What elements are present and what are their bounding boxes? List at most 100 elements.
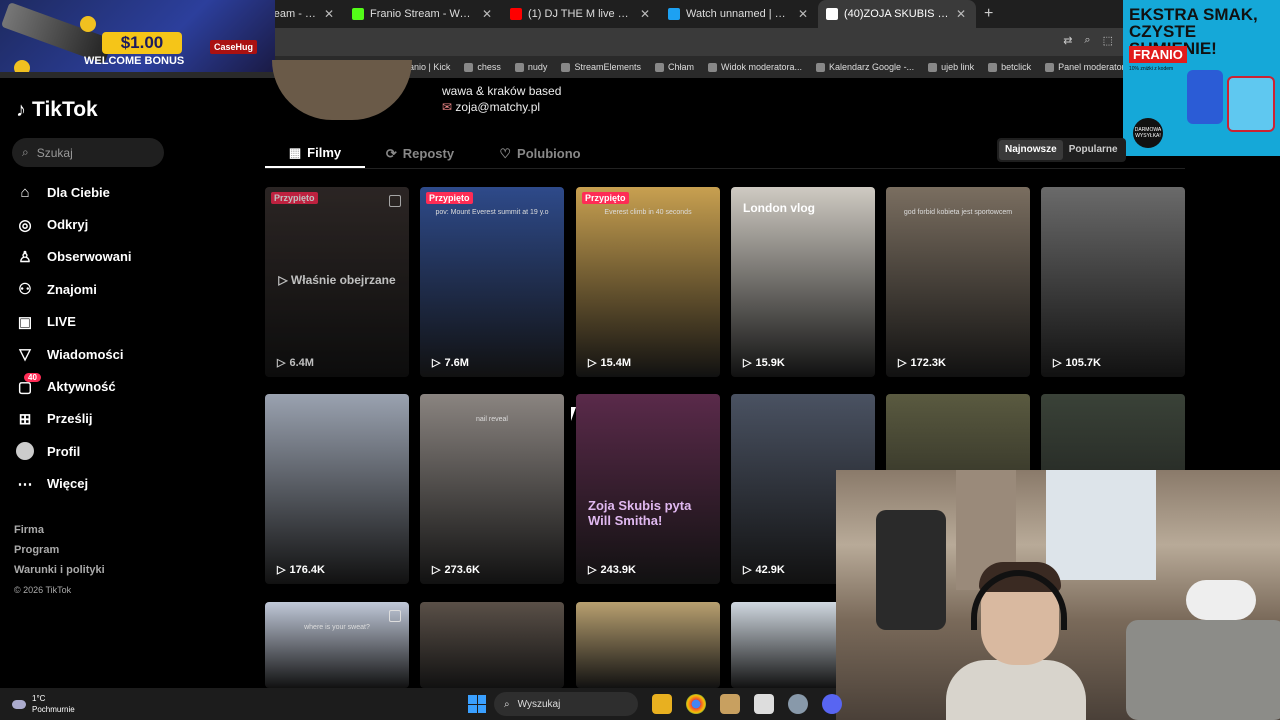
compass-icon: ◎ — [18, 216, 32, 234]
bookmark-item[interactable]: betclick — [988, 62, 1031, 72]
sort-popular-button[interactable]: Popularne — [1063, 140, 1124, 160]
browser-tab[interactable]: (40)ZOJA SKUBIS (@zojaskubis) ✕ — [818, 0, 976, 28]
start-button-icon[interactable] — [468, 695, 486, 713]
view-count: ▷ 105.7K — [1053, 356, 1101, 370]
bookmark-label: Chłam — [667, 62, 694, 72]
live-icon: ▣ — [17, 313, 33, 331]
avatar-icon — [16, 442, 34, 461]
app-icon[interactable] — [720, 694, 740, 714]
photo-mode-icon — [389, 610, 401, 622]
search-icon: ⌕ — [504, 698, 510, 710]
video-thumbnail[interactable]: Przypięto Everest climb in 40 seconds ▷ 15.… — [576, 187, 720, 377]
sidebar-item-odkryj[interactable]: ◎ Odkryj — [16, 208, 176, 240]
sidebar-item-label: Więcej — [47, 476, 89, 492]
sidebar-item-wiadomości[interactable]: ▽ Wiadomości — [16, 338, 176, 370]
install-app-icon[interactable]: ⬚ — [1103, 34, 1113, 47]
translate-icon[interactable]: ⇄ — [1063, 34, 1072, 47]
tab-close-icon[interactable]: ✕ — [954, 7, 968, 21]
video-thumbnail[interactable]: London vlog ▷ 15.9K — [731, 187, 875, 377]
pinned-badge: Przypięto — [271, 192, 318, 204]
sidebar-item-label: Obserwowani — [47, 249, 132, 265]
bookmark-item[interactable]: nudy — [514, 62, 548, 72]
video-overlay-text: where is your sweat? — [304, 624, 370, 631]
sidebar-item-dla-ciebie[interactable]: ⌂ Dla Ciebie — [16, 176, 176, 208]
tiktok-logo[interactable]: ♪ TikTok — [16, 98, 98, 122]
zoom-icon[interactable]: ⌕ — [1084, 34, 1090, 47]
bookmark-item[interactable]: chess — [464, 62, 501, 72]
sidebar-item-prześlij[interactable]: ⊞ Prześlij — [16, 403, 176, 435]
following-icon: ♙ — [18, 248, 32, 266]
discord-icon[interactable] — [822, 694, 842, 714]
chrome-icon[interactable] — [686, 694, 706, 714]
browser-tab[interactable]: (1) DJ THE M live at SPEEDLANE ✕ — [502, 0, 660, 28]
bookmark-label: chess — [477, 62, 501, 72]
sidebar-item-profil[interactable]: Profil — [16, 435, 176, 467]
browser-tab[interactable]: Watch unnamed | Streamab ✕ — [660, 0, 818, 28]
bookmark-item[interactable]: Chłam — [654, 62, 694, 72]
search-input[interactable]: ⌕ Szukaj — [12, 138, 164, 167]
tab-close-icon[interactable]: ✕ — [480, 7, 494, 21]
video-thumbnail[interactable]: nail reveal ▷ 273.6K — [420, 394, 564, 584]
pinned-badge: Przypięto — [582, 192, 629, 204]
view-count-text: 273.6K — [444, 563, 480, 576]
play-icon: ▷ — [743, 357, 752, 369]
video-thumbnail[interactable]: Zoja Skubis pyta Will Smitha! ▷ 243.9K — [576, 394, 720, 584]
sidebar-item-live[interactable]: ▣ LIVE — [16, 306, 176, 338]
bookmark-item[interactable]: Kalendarz Google -... — [816, 62, 914, 72]
cam-person-body — [946, 660, 1086, 720]
home-icon: ⌂ — [20, 183, 30, 201]
video-thumbnail[interactable]: ▷ 176.4K — [265, 394, 409, 584]
view-count-text: 15.9K — [755, 356, 785, 369]
bookmark-item[interactable]: StreamElements — [561, 62, 641, 72]
tab-label: Filmy — [307, 145, 342, 160]
view-count-text: 42.9K — [755, 563, 785, 576]
video-thumbnail[interactable]: Przypięto pov: Mount Everest summit at 19… — [420, 187, 564, 377]
bookmark-item[interactable]: Widok moderatora... — [707, 62, 803, 72]
tab-filmy[interactable]: ▦ Filmy — [265, 139, 365, 168]
play-icon: ▷ — [898, 357, 907, 369]
bookmark-icon — [1045, 62, 1055, 72]
video-thumbnail[interactable]: god forbid kobieta jest sportowcem ▷ 172.3… — [886, 187, 1030, 377]
tab-close-icon[interactable]: ✕ — [322, 7, 336, 21]
tab-title: Watch unnamed | Streamab — [686, 8, 792, 20]
bookmark-label: nudy — [527, 62, 548, 72]
search-placeholder: Szukaj — [36, 145, 73, 160]
cam-sofa — [1126, 620, 1280, 720]
tab-favicon-icon — [668, 8, 680, 20]
bookmark-item[interactable]: ujeb link — [928, 62, 974, 72]
video-thumbnail[interactable] — [420, 602, 564, 688]
tab-polubiono[interactable]: ♡ Polubiono — [475, 139, 605, 168]
photo-mode-icon — [389, 195, 401, 207]
weather-widget[interactable]: 1°C Pochmurnie — [12, 693, 75, 715]
sidebar-item-więcej[interactable]: ⋯ Więcej — [16, 468, 176, 500]
tab-reposty[interactable]: ⟳ Reposty — [365, 139, 475, 168]
browser-tab[interactable]: Franio Stream - Watch Live on K ✕ — [344, 0, 502, 28]
footer-link[interactable]: Warunki i polityki — [14, 560, 105, 580]
file-explorer-icon[interactable] — [652, 694, 672, 714]
settings-icon[interactable] — [788, 694, 808, 714]
sidebar-item-obserwowani[interactable]: ♙ Obserwowani — [16, 241, 176, 273]
cam-chair — [876, 510, 946, 630]
bookmark-icon — [654, 62, 664, 72]
sort-newest-button[interactable]: Najnowsze — [999, 140, 1063, 160]
sidebar-item-label: Znajomi — [47, 281, 97, 297]
friends-icon: ⚇ — [18, 281, 32, 299]
profile-avatar[interactable] — [272, 60, 412, 120]
bio-line-location: wawa & kraków based — [442, 84, 562, 98]
tab-title: (40)ZOJA SKUBIS (@zojaskubis) — [844, 8, 950, 20]
bookmark-label: Widok moderatora... — [720, 62, 803, 72]
tab-close-icon[interactable]: ✕ — [638, 7, 652, 21]
video-thumbnail[interactable]: ▷ 105.7K — [1041, 187, 1185, 377]
video-thumbnail[interactable]: where is your sweat? — [265, 602, 409, 688]
sidebar-item-znajomi[interactable]: ⚇ Znajomi — [16, 273, 176, 305]
new-tab-button[interactable]: + — [984, 5, 993, 23]
footer-link[interactable]: Program — [14, 540, 105, 560]
tab-close-icon[interactable]: ✕ — [796, 7, 810, 21]
video-thumbnail[interactable] — [576, 602, 720, 688]
taskbar-search[interactable]: ⌕ Wyszukaj — [494, 692, 638, 716]
app-icon[interactable] — [754, 694, 774, 714]
sidebar-item-aktywność[interactable]: ▢ 40 Aktywność — [16, 370, 176, 402]
video-thumbnail[interactable]: Przypięto ▷ Właśnie obejrzane ▷ 6.4M — [265, 187, 409, 377]
footer-link[interactable]: Firma — [14, 520, 105, 540]
video-caption: London vlog — [743, 201, 815, 215]
